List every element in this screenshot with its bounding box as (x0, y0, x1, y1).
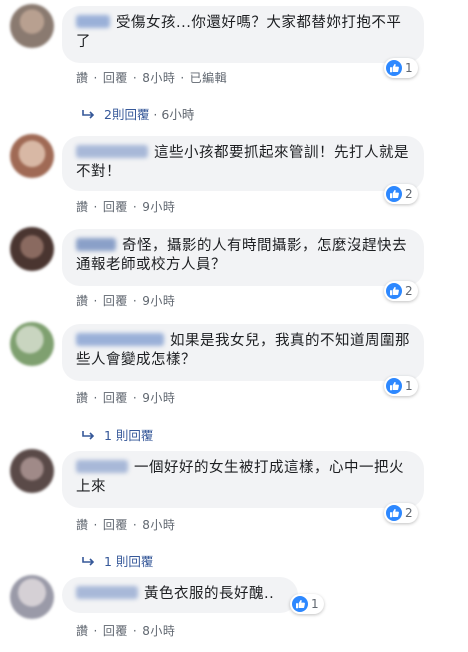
separator: · (93, 391, 98, 405)
separator: · (93, 200, 98, 214)
separator: · (93, 624, 98, 638)
timestamp[interactable]: 9小時 (142, 391, 175, 405)
comment-text: 黃色衣服的長好醜.. (144, 586, 275, 602)
reaction-number: 1 (405, 61, 413, 75)
reply-link[interactable]: 回覆 (103, 518, 128, 532)
view-replies[interactable]: 2則回覆 · 6小時 (82, 104, 194, 123)
reaction-count[interactable]: 1 (384, 376, 418, 396)
like-link[interactable]: 讚 (76, 518, 89, 532)
comment-actions: 讚 · 回覆 · 9小時 (76, 292, 175, 309)
reaction-number: 2 (405, 284, 413, 298)
reply-arrow-icon (82, 109, 95, 119)
replies-label[interactable]: 1 則回覆 (104, 425, 153, 444)
commenter-name-blurred[interactable] (76, 460, 128, 473)
comment-bubble: 這些小孩都要抓起來管訓！先打人就是不對！ (62, 136, 424, 191)
reply-link[interactable]: 回覆 (103, 391, 128, 405)
timestamp[interactable]: 9小時 (142, 294, 175, 308)
commenter-name-blurred[interactable] (76, 145, 148, 158)
separator: · (180, 71, 185, 85)
comment-bubble: 奇怪，攝影的人有時間攝影，怎麼沒趕快去通報老師或校方人員？ (62, 229, 424, 286)
like-link[interactable]: 讚 (76, 71, 89, 85)
separator: · (93, 71, 98, 85)
reply-link[interactable]: 回覆 (103, 71, 128, 85)
timestamp[interactable]: 9小時 (142, 200, 175, 214)
view-replies[interactable]: 1 則回覆 (82, 551, 153, 570)
reply-arrow-icon (82, 430, 95, 440)
replies-time: 6小時 (161, 107, 195, 122)
separator: · (132, 71, 138, 85)
reaction-count[interactable]: 1 (290, 594, 324, 614)
avatar[interactable] (10, 575, 54, 619)
comment-actions: 讚 · 回覆 · 9小時 (76, 389, 175, 406)
like-reaction-icon (386, 60, 402, 76)
timestamp[interactable]: 8小時 (142, 624, 175, 638)
like-link[interactable]: 讚 (76, 391, 89, 405)
reply-link[interactable]: 回覆 (103, 200, 128, 214)
like-link[interactable]: 讚 (76, 624, 89, 638)
view-replies[interactable]: 1 則回覆 (82, 425, 153, 444)
separator: · (132, 518, 138, 532)
separator: · (93, 294, 98, 308)
reaction-number: 1 (311, 597, 319, 611)
avatar[interactable] (10, 4, 54, 48)
comment-actions: 讚 · 回覆 · 8小時 (76, 516, 175, 533)
like-reaction-icon (386, 505, 402, 521)
commenter-name-blurred[interactable] (76, 333, 164, 346)
timestamp[interactable]: 8小時 (142, 518, 175, 532)
avatar[interactable] (10, 134, 54, 178)
replies-label[interactable]: 2則回覆 (104, 107, 149, 122)
reply-link[interactable]: 回覆 (103, 294, 128, 308)
commenter-name-blurred[interactable] (76, 586, 138, 599)
comment-bubble: 一個好好的女生被打成這樣，心中一把火上來 (62, 451, 424, 508)
separator: · (93, 518, 98, 532)
separator: · (149, 107, 162, 122)
commenter-name-blurred[interactable] (76, 238, 116, 251)
avatar[interactable] (10, 449, 54, 493)
comment-actions: 讚 · 回覆 · 9小時 (76, 198, 175, 215)
reply-arrow-icon (82, 556, 95, 566)
comment-actions: 讚 · 回覆 · 8小時 · 已編輯 (76, 69, 227, 86)
replies-label[interactable]: 1 則回覆 (104, 551, 153, 570)
like-reaction-icon (386, 186, 402, 202)
like-reaction-icon (386, 378, 402, 394)
avatar[interactable] (10, 227, 54, 271)
like-link[interactable]: 讚 (76, 294, 89, 308)
like-reaction-icon (386, 283, 402, 299)
reaction-count[interactable]: 2 (384, 184, 418, 204)
comment-actions: 讚 · 回覆 · 8小時 (76, 622, 175, 639)
separator: · (132, 624, 138, 638)
comment-text: 奇怪，攝影的人有時間攝影，怎麼沒趕快去通報老師或校方人員？ (76, 238, 407, 273)
separator: · (132, 294, 138, 308)
separator: · (132, 200, 138, 214)
like-reaction-icon (292, 596, 308, 612)
separator: · (132, 391, 138, 405)
avatar[interactable] (10, 322, 54, 366)
comment-bubble: 黃色衣服的長好醜.. (62, 577, 298, 613)
reaction-number: 2 (405, 187, 413, 201)
timestamp[interactable]: 8小時 (142, 71, 175, 85)
reaction-number: 2 (405, 506, 413, 520)
like-link[interactable]: 讚 (76, 200, 89, 214)
reaction-count[interactable]: 1 (384, 58, 418, 78)
reaction-count[interactable]: 2 (384, 281, 418, 301)
reaction-count[interactable]: 2 (384, 503, 418, 523)
reaction-number: 1 (405, 379, 413, 393)
comment-bubble: 如果是我女兒，我真的不知道周圍那些人會變成怎樣？ (62, 324, 424, 381)
edited-label[interactable]: 已編輯 (190, 71, 228, 85)
comment-text: 受傷女孩...你還好嗎？大家都替妳打抱不平了 (76, 15, 402, 50)
commenter-name-blurred[interactable] (76, 15, 110, 28)
reply-link[interactable]: 回覆 (103, 624, 128, 638)
comment-bubble: 受傷女孩...你還好嗎？大家都替妳打抱不平了 (62, 6, 424, 63)
